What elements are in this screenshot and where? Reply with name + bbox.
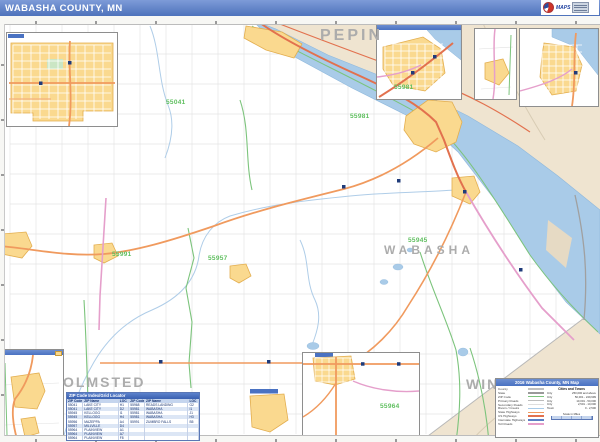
legend-line-swatch [528, 388, 544, 389]
publisher-logo: MAPS [541, 0, 599, 15]
grid-tick [1, 64, 4, 66]
zip-table-cell: PLAINVIEW [83, 436, 119, 440]
grid-ruler-left [0, 24, 5, 436]
grid-tick [395, 21, 397, 24]
inset-canvas [303, 353, 419, 436]
grid-ruler-top [0, 16, 600, 25]
grid-tick [1, 339, 4, 341]
grid-tick [455, 21, 457, 24]
inset-map-bottom-center [302, 352, 420, 437]
zip-table-cell [145, 436, 188, 440]
inset-canvas [520, 29, 598, 106]
map-window: WABASHA COUNTY, MN MAPS [0, 0, 600, 442]
grid-tick [1, 229, 4, 231]
legend-title: 2016 Wabasha County, MN Map [496, 379, 598, 386]
page-title: WABASHA COUNTY, MN [0, 3, 123, 14]
inset-canvas [475, 29, 516, 99]
zip-table-cell: F8 [118, 436, 129, 440]
inset-canvas [1, 355, 63, 439]
grid-tick [35, 21, 37, 24]
grid-tick [1, 284, 4, 286]
inset-map-bottom-left [0, 349, 64, 440]
legend-item-label: Toll Roads [498, 422, 512, 426]
map-legend: 2016 Wabasha County, MN Map CountyStateZ… [495, 378, 599, 438]
legend-scale: Scale in Miles [547, 412, 596, 421]
scale-bar [551, 416, 593, 420]
logo-swirl-icon [543, 2, 554, 13]
title-bar: WABASHA COUNTY, MN [0, 0, 600, 16]
inset-map-top-right-2 [519, 28, 599, 107]
legend-line-swatch [528, 412, 544, 413]
legend-city-range: 0 - 2,500 [585, 406, 596, 410]
zip-table-row: 55964PLAINVIEWF8 [67, 436, 199, 440]
legend-line-swatch [528, 400, 544, 401]
grid-tick [1, 119, 4, 121]
zip-table-cell [188, 436, 199, 440]
grid-tick [155, 21, 157, 24]
inset-map-top-center [376, 24, 462, 100]
grid-tick [515, 21, 517, 24]
grid-tick [575, 21, 577, 24]
legend-city-row: Town 0 - 2,500 [547, 406, 596, 410]
legend-line-swatch [528, 392, 544, 393]
zip-table-cell [129, 436, 145, 440]
legend-city-type: Town [547, 406, 554, 410]
legend-line-swatch [528, 404, 544, 405]
grid-tick [1, 394, 4, 396]
grid-tick [1, 174, 4, 176]
legend-line-swatch [528, 396, 544, 397]
inset-canvas [7, 33, 117, 126]
grid-tick [275, 21, 277, 24]
logo-address-block [572, 2, 589, 13]
inset-canvas [377, 30, 461, 99]
legend-symbol-list: CountyStateZIP CodePrimary RoadsSecondar… [498, 387, 544, 426]
grid-tick [215, 21, 217, 24]
legend-line-swatch [528, 423, 544, 424]
legend-line-swatch [528, 419, 544, 420]
legend-line-swatch [528, 408, 544, 409]
inset-map-top-left [6, 32, 118, 127]
legend-item: Toll Roads [498, 422, 544, 426]
city-inset-chip [250, 389, 278, 394]
legend-cities-column: Cities and Towns City250,000 and aboveCi… [544, 387, 596, 426]
zip-code-index-table: ZIP Code Index/Grid Locator ZIP CodeZIP … [66, 392, 200, 441]
legend-line-swatch [528, 415, 544, 416]
logo-brand-text: MAPS [556, 5, 570, 11]
grid-tick [335, 21, 337, 24]
zip-table-cell: 55964 [67, 436, 83, 440]
scale-label: Scale in Miles [563, 412, 580, 416]
grid-tick [95, 21, 97, 24]
inset-map-top-right-1 [474, 28, 517, 100]
zip-table-grid: ZIP CodeZIP NameLOCZIP CodeZIP NameLOC 5… [67, 399, 199, 440]
